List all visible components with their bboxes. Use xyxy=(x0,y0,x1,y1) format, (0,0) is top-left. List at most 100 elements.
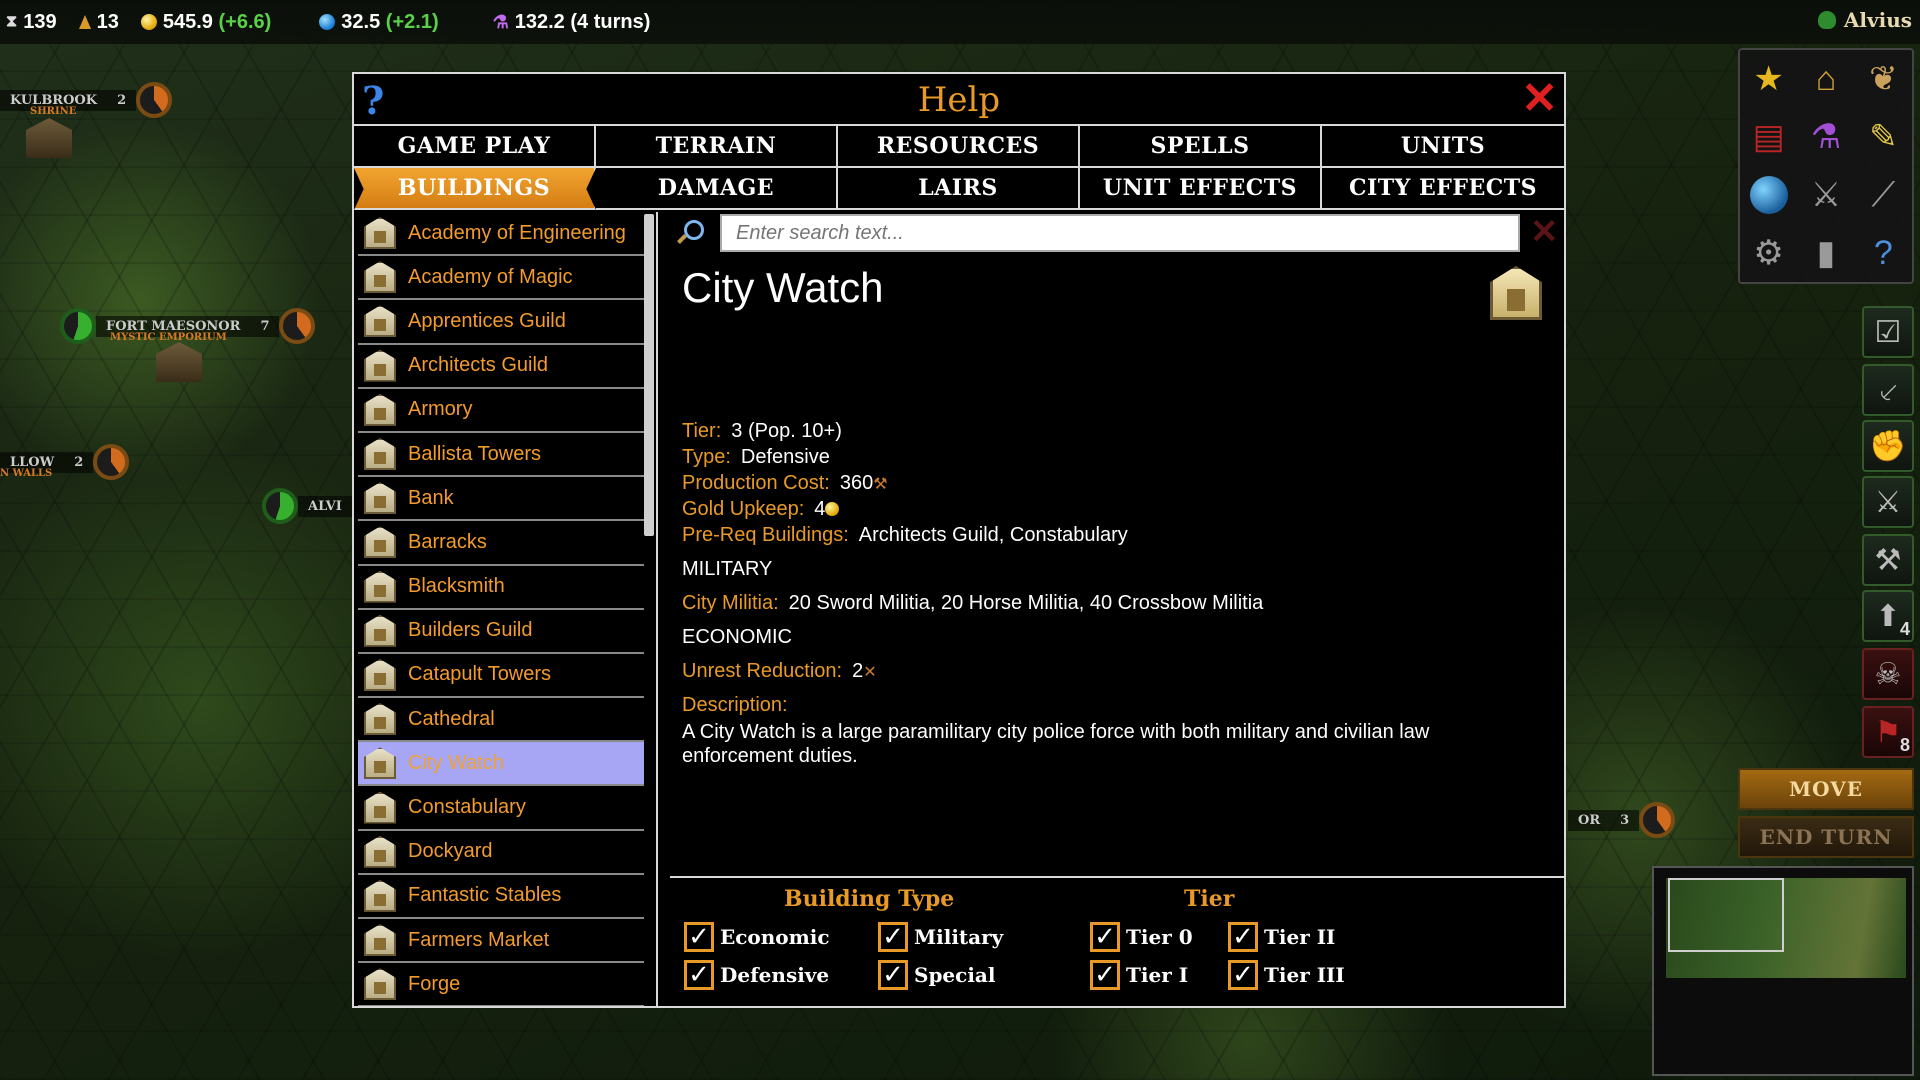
tab-buildings[interactable]: BUILDINGS xyxy=(354,168,596,210)
description-text: A City Watch is a large paramilitary cit… xyxy=(682,721,1430,767)
list-item[interactable]: Forge xyxy=(358,963,644,1006)
list-item[interactable]: Architects Guild xyxy=(358,345,644,389)
city-or[interactable]: or 3 xyxy=(1568,802,1676,838)
clear-search-icon[interactable]: ✕ xyxy=(1530,212,1559,252)
list-item-label: Apprentices Guild xyxy=(408,309,566,332)
city-fort-maesonor[interactable]: Fort Maesonor 7 Mystic Emporium xyxy=(60,308,316,344)
filter-tier-3[interactable]: ✓ Tier III xyxy=(1228,960,1345,990)
tools-button[interactable]: ⚒ xyxy=(1862,534,1914,586)
tab-lairs[interactable]: LAIRS xyxy=(838,168,1080,210)
building-icon xyxy=(364,879,396,912)
prereq-label: Pre-Req Buildings: xyxy=(682,524,849,546)
disband-button[interactable]: ☠ xyxy=(1862,648,1914,700)
city-type: Mystic Emporium xyxy=(110,332,227,343)
filter-special[interactable]: ✓ Special xyxy=(878,960,995,990)
tab-spells[interactable]: SPELLS xyxy=(1080,126,1322,168)
tab-resources[interactable]: RESOURCES xyxy=(838,126,1080,168)
filter-military[interactable]: ✓ Military xyxy=(878,922,1003,952)
globe-icon[interactable] xyxy=(1747,173,1791,217)
filter-tier-1[interactable]: ✓ Tier I xyxy=(1090,960,1188,990)
list-item[interactable]: Bank xyxy=(358,477,644,522)
city-progress-ring xyxy=(262,488,298,524)
list-item[interactable]: Builders Guild xyxy=(358,610,644,654)
tab-damage[interactable]: DAMAGE xyxy=(596,168,838,210)
list-item[interactable]: Barracks xyxy=(358,521,644,566)
temple-icon[interactable]: ⌂ xyxy=(1804,57,1848,101)
tab-game-play[interactable]: GAME PLAY xyxy=(354,126,596,168)
tab-city-effects[interactable]: CITY EFFECTS xyxy=(1322,168,1564,210)
list-item[interactable]: Academy of Magic xyxy=(358,256,644,301)
list-item[interactable]: Blacksmith xyxy=(358,566,644,610)
city-progress-ring xyxy=(279,308,316,344)
crossed-swords-icon[interactable]: ⚔ xyxy=(1804,173,1848,217)
end-turn-button[interactable]: END TURN xyxy=(1738,816,1914,858)
close-icon[interactable]: ✕ xyxy=(1521,76,1558,122)
city-kulbrook[interactable]: Kulbrook 2 Shrine xyxy=(0,82,173,118)
filter-defensive[interactable]: ✓ Defensive xyxy=(684,960,829,990)
checkmark-button[interactable]: ☑ xyxy=(1862,306,1914,358)
city-llow[interactable]: llow 2 n walls xyxy=(0,444,130,480)
flask-icon[interactable]: ⚗ xyxy=(1804,115,1848,159)
population-counter: 13 xyxy=(78,11,119,34)
help-dialog: ? Help ✕ GAME PLAY TERRAIN RESOURCES SPE… xyxy=(352,72,1566,1008)
checkbox[interactable]: ✓ xyxy=(1090,960,1120,990)
list-item-label: Fantastic Stables xyxy=(408,884,562,907)
tab-units[interactable]: UNITS xyxy=(1322,126,1564,168)
star-icon[interactable]: ★ xyxy=(1747,57,1791,101)
list-item[interactable]: Dockyard xyxy=(358,831,644,875)
building-icon xyxy=(364,217,396,250)
up-arrow-icon: ⬆ xyxy=(1875,599,1901,633)
building-icon xyxy=(364,526,396,559)
mana-counter[interactable]: 32.5 (+2.1) xyxy=(319,11,439,34)
graph-icon[interactable]: ⟋ xyxy=(1861,173,1905,217)
list-item[interactable]: Academy of Engineering xyxy=(358,212,644,257)
tab-unit-effects[interactable]: UNIT EFFECTS xyxy=(1080,168,1322,210)
minimap-viewport[interactable] xyxy=(1668,878,1784,952)
checkbox[interactable]: ✓ xyxy=(1090,922,1120,952)
checkbox[interactable]: ✓ xyxy=(878,960,908,990)
gold-counter[interactable]: 545.9 (+6.6) xyxy=(140,11,271,34)
upgrade-button[interactable]: ⬆ 4 xyxy=(1862,590,1914,642)
gear-icon[interactable]: ⚙ xyxy=(1747,231,1791,275)
filter-tier-2[interactable]: ✓ Tier II xyxy=(1228,922,1335,952)
list-item[interactable]: Apprentices Guild xyxy=(358,300,644,345)
player-indicator[interactable]: Alvius xyxy=(1817,8,1912,32)
building-icon xyxy=(364,570,396,603)
list-item-label: Bank xyxy=(408,486,454,509)
checkbox[interactable]: ✓ xyxy=(1228,960,1258,990)
list-item-selected[interactable]: City Watch xyxy=(358,742,644,787)
crossed-swords-icon: ⚔ xyxy=(1874,485,1902,519)
checkbox[interactable]: ✓ xyxy=(878,922,908,952)
list-item[interactable]: Farmers Market xyxy=(358,919,644,964)
spellbook-icon[interactable]: ▤ xyxy=(1747,115,1791,159)
question-icon[interactable]: ? xyxy=(1861,231,1905,275)
move-button[interactable]: MOVE xyxy=(1738,768,1914,810)
checkbox[interactable]: ✓ xyxy=(684,960,714,990)
checkbox[interactable]: ✓ xyxy=(1228,922,1258,952)
list-item[interactable]: Constabulary xyxy=(358,786,644,831)
scroll-icon[interactable]: ❦ xyxy=(1861,57,1905,101)
building-detail: ✕ City Watch Tier: 3 (Pop. 10+) Type: Defe… xyxy=(670,212,1564,874)
arm-icon: ✊ xyxy=(1869,429,1907,463)
list-item[interactable]: Ballista Towers xyxy=(358,433,644,478)
checkbox[interactable]: ✓ xyxy=(684,922,714,952)
search-input[interactable] xyxy=(720,214,1520,252)
tome-icon[interactable]: ▮ xyxy=(1804,231,1848,275)
list-item[interactable]: Catapult Towers xyxy=(358,654,644,699)
building-icon xyxy=(364,614,396,647)
list-item[interactable]: Cathedral xyxy=(358,698,644,743)
filter-economic[interactable]: ✓ Economic xyxy=(684,922,830,952)
flag-button[interactable]: ⚑ 8 xyxy=(1862,706,1914,758)
list-item[interactable]: Armory xyxy=(358,389,644,433)
city-alvi[interactable]: Alvi xyxy=(262,488,352,524)
sword-button[interactable]: ⸔ xyxy=(1862,364,1914,416)
research-counter[interactable]: ⚗ 132.2 (4 turns) xyxy=(493,11,651,34)
filter-tier-0[interactable]: ✓ Tier 0 xyxy=(1090,922,1193,952)
tab-terrain[interactable]: TERRAIN xyxy=(596,126,838,168)
quill-icon[interactable]: ✎ xyxy=(1861,115,1905,159)
list-item[interactable]: Fantastic Stables xyxy=(358,875,644,919)
list-scrollbar[interactable] xyxy=(644,214,654,536)
strength-button[interactable]: ✊ xyxy=(1862,420,1914,472)
attack-button[interactable]: ⚔ xyxy=(1862,476,1914,528)
minimap[interactable] xyxy=(1652,866,1914,1076)
